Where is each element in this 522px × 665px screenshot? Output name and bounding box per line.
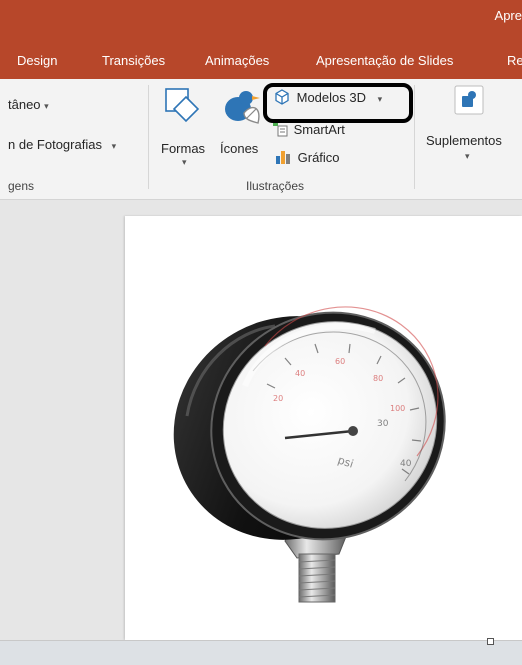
suplementos-button[interactable]: Suplementos ▾	[424, 85, 516, 175]
group-label-ilustracoes: Ilustrações	[246, 179, 305, 193]
smartart-button[interactable]: SmartArt	[272, 121, 345, 137]
pressure-gauge-3d-model[interactable]: 20 40 60 80 100 30 40 psi	[125, 216, 522, 640]
svg-text:40: 40	[295, 369, 305, 378]
chevron-down-icon: ▾	[111, 141, 117, 151]
svg-text:80: 80	[373, 374, 383, 383]
slide-workspace: 20 40 60 80 100 30 40 psi	[0, 200, 522, 640]
group-separator	[414, 85, 415, 189]
resize-handle[interactable]	[487, 638, 494, 645]
ribbon: tâneo ▾ n de Fotografias ▾ gens Formas ▾…	[0, 79, 522, 200]
tab-design[interactable]: Design	[17, 53, 57, 68]
bar-chart-icon	[276, 151, 290, 164]
svg-text:30: 30	[377, 419, 389, 429]
modelos-3d-button[interactable]: Modelos 3D ▾	[274, 89, 382, 105]
icons-icon	[225, 91, 260, 124]
tab-animacoes[interactable]: Animações	[205, 53, 269, 68]
formas-label: Formas	[161, 141, 206, 156]
svg-text:20: 20	[273, 394, 283, 403]
gauge-face: 20 40 60 80 100 30 40 psi	[210, 306, 446, 541]
formas-button[interactable]: Formas ▾	[160, 85, 206, 175]
modelos-3d-label: Modelos 3D	[296, 90, 366, 105]
smartart-label: SmartArt	[293, 122, 345, 137]
chevron-down-icon: ▾	[44, 101, 49, 111]
ribbon-tab-bar: Design Transições Animações Apresentação…	[0, 40, 522, 79]
status-bar	[0, 640, 522, 665]
suplementos-label: Suplementos	[426, 133, 502, 148]
title-bar: Apre	[0, 0, 522, 40]
shapes-icon	[165, 88, 200, 123]
icones-button[interactable]: Ícones	[220, 85, 266, 175]
add-ins-icon	[454, 85, 484, 115]
tab-transicoes[interactable]: Transições	[102, 53, 165, 68]
tab-apresentacao-de-slides[interactable]: Apresentação de Slides	[316, 53, 453, 68]
slide-canvas[interactable]: 20 40 60 80 100 30 40 psi	[125, 216, 522, 640]
group-label-imagens: gens	[8, 179, 35, 193]
grafico-label: Gráfico	[297, 150, 340, 165]
icones-label: Ícones	[220, 141, 259, 156]
album-partial-label: tâneo	[8, 97, 41, 112]
tab-revisao[interactable]: Re	[507, 53, 522, 68]
chevron-down-icon: ▾	[182, 157, 187, 167]
photo-album-label: n de Fotografias	[8, 137, 102, 152]
smartart-icon	[273, 122, 288, 137]
window-title: Apre	[494, 8, 522, 23]
svg-text:100: 100	[390, 404, 405, 413]
chevron-down-icon: ▾	[465, 151, 470, 161]
photo-album-button[interactable]: n de Fotografias ▾	[8, 137, 116, 152]
group-separator	[148, 85, 149, 189]
cube-3d-icon	[275, 89, 289, 105]
svg-text:60: 60	[335, 357, 345, 366]
album-button-partial[interactable]: tâneo ▾	[8, 97, 49, 112]
svg-text:40: 40	[400, 459, 412, 469]
grafico-button[interactable]: Gráfico	[275, 149, 340, 165]
chevron-down-icon: ▾	[377, 94, 383, 104]
